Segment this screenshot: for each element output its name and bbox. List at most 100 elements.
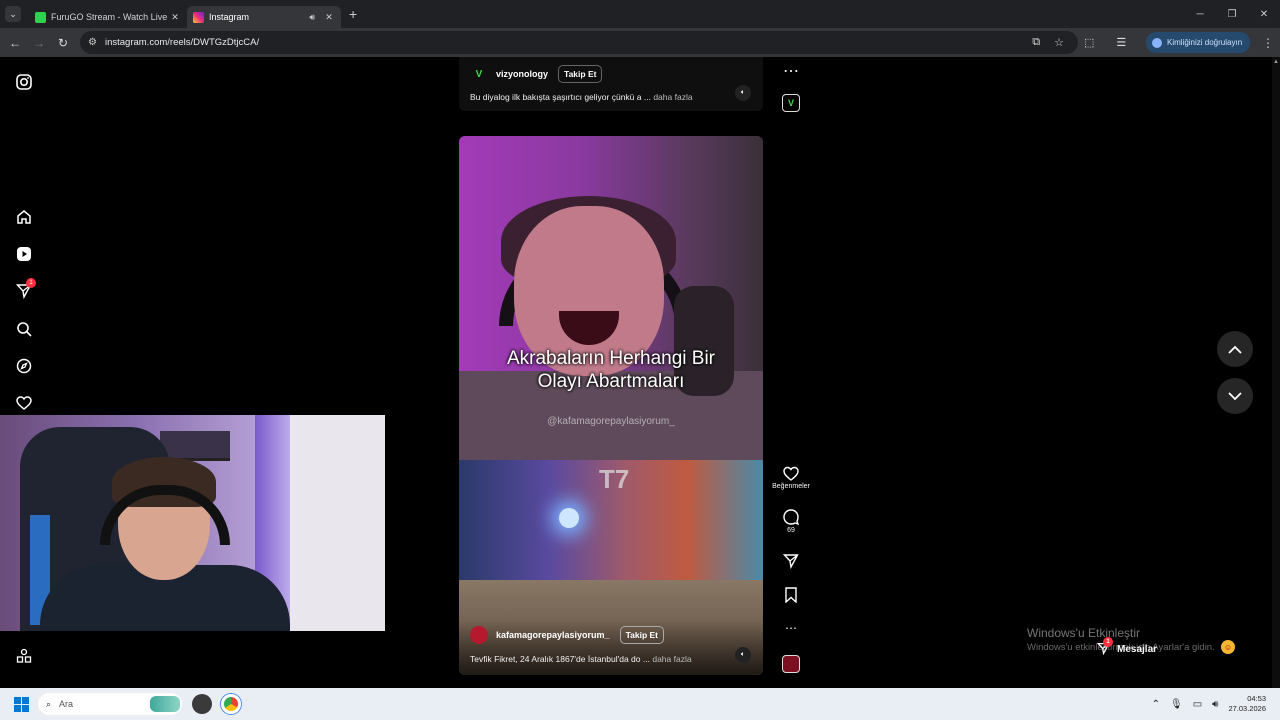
like-button[interactable]: Beğenmeler	[772, 466, 810, 490]
date: 27.03.2026	[1228, 704, 1266, 713]
messages-button[interactable]: 1 Mesajlar ☺	[1093, 637, 1241, 660]
emoji-avatar-icon: ☺	[1221, 640, 1235, 654]
username[interactable]: vizyonology	[496, 69, 548, 79]
new-tab-button[interactable]: +	[349, 6, 357, 22]
forward-button[interactable]: →	[27, 36, 51, 50]
system-tray: ⌃ 🎙︎ ▭ 🔊︎ 04:53 27.03.2026	[1152, 688, 1280, 720]
taskbar-search[interactable]: ⌕ Ara	[38, 693, 182, 715]
chevron-down-icon	[1228, 391, 1242, 400]
notifications-icon[interactable]	[14, 393, 34, 413]
watermark-handle: @kafamagorepaylasiyorum_	[547, 416, 675, 427]
furugo-favicon-icon	[35, 11, 46, 23]
restore-button[interactable]: ❐	[1216, 0, 1248, 28]
search-icon: ⌕	[46, 698, 52, 709]
window-controls: ─ ❐ ✕	[1184, 0, 1280, 28]
scroll-up-arrow-icon[interactable]: ▲	[1273, 59, 1279, 65]
search-icon[interactable]	[14, 319, 34, 339]
speaker-icon[interactable]: 🔊︎	[309, 12, 315, 23]
windows-taskbar: ⌕ Ara ⌃ 🎙︎ ▭ 🔊︎ 04:53 27.03.2026	[0, 688, 1280, 720]
next-reel-button[interactable]	[1217, 378, 1253, 414]
instagram-favicon-icon	[193, 11, 204, 23]
time: 04:53	[1247, 694, 1266, 703]
tab-title: FuruGO Stream - Watch Live o	[51, 12, 169, 22]
microphone-icon[interactable]: 🎙︎	[1170, 699, 1183, 710]
volume-icon[interactable]: 🔊︎	[1212, 699, 1218, 710]
profile-icon	[1152, 37, 1162, 48]
obs-app-icon[interactable]	[192, 694, 212, 714]
show-hidden-icons-icon[interactable]: ⌃	[1152, 699, 1160, 710]
follow-button[interactable]: Takip Et	[619, 626, 664, 644]
more-options-icon[interactable]: ⋯	[779, 61, 803, 81]
explore-icon[interactable]	[14, 356, 34, 376]
caption-text: Tevfik Fikret, 24 Aralık 1867'de İstanbu…	[470, 654, 650, 664]
overlay-line: Olayı Abartmaları	[537, 371, 685, 392]
install-app-icon[interactable]: ⧉	[1032, 36, 1040, 49]
extensions-icon[interactable]: ⬚	[1084, 36, 1094, 49]
more-link[interactable]: daha fazla	[653, 92, 692, 102]
search-highlight-image	[150, 696, 180, 712]
follow-button[interactable]: Takip Et	[558, 65, 603, 83]
back-button[interactable]: ←	[3, 36, 27, 50]
bookmark-star-icon[interactable]: ☆	[1054, 36, 1064, 49]
chevron-up-icon	[1228, 345, 1242, 354]
tab-instagram[interactable]: Instagram 🔊︎ ✕	[187, 6, 341, 28]
share-button[interactable]	[779, 553, 803, 569]
verify-label: Kimliğinizi doğrulayın	[1167, 38, 1243, 47]
page-scrollbar[interactable]: ▲	[1272, 57, 1280, 688]
notification-badge: 1	[26, 278, 36, 288]
clock[interactable]: 04:53 27.03.2026	[1228, 694, 1266, 714]
home-icon[interactable]	[14, 207, 34, 227]
reel-caption[interactable]: Tevfik Fikret, 24 Aralık 1867'de İstanbu…	[470, 654, 692, 664]
address-bar[interactable]: ⚙ instagram.com/reels/DWTGzDtjcCA/ ⧉ ☆	[80, 31, 1078, 54]
comment-button[interactable]: 69	[779, 509, 803, 534]
more-link[interactable]: daha fazla	[652, 654, 691, 664]
save-button[interactable]	[779, 587, 803, 603]
minimize-button[interactable]: ─	[1184, 0, 1216, 28]
reel-current[interactable]: Akrabaların Herhangi Bir Olayı Abartmala…	[459, 136, 763, 675]
reel-video-top: Akrabaların Herhangi Bir Olayı Abartmala…	[459, 136, 763, 461]
share-icon	[783, 554, 799, 569]
messages-icon[interactable]: 1	[14, 278, 36, 301]
network-icon[interactable]: ▭	[1193, 699, 1202, 710]
likes-label: Beğenmeler	[772, 483, 810, 490]
speaker-icon[interactable]: 🔈︎	[735, 647, 751, 663]
lamp-light	[559, 508, 579, 528]
reels-icon[interactable]	[14, 244, 34, 264]
messages-badge: 1	[1103, 637, 1113, 647]
caption-text: Bu diyalog ilk bakışta şaşırtıcı geliyor…	[470, 92, 651, 102]
reel-account: V vizyonology Takip Et	[470, 65, 603, 83]
browser-toolbar: ← → ↻ ⚙ instagram.com/reels/DWTGzDtjcCA/…	[0, 28, 1280, 57]
search-placeholder: Ara	[59, 699, 74, 709]
avatar[interactable]	[470, 626, 488, 644]
webcam-overlay	[0, 415, 385, 631]
bookmark-icon	[785, 587, 797, 603]
instagram-page: 1 V vizyonology Takip Et Bu diyalog ilk …	[0, 57, 1280, 688]
username[interactable]: kafamagorepaylasiyorum_	[496, 630, 610, 640]
reload-button[interactable]: ↻	[51, 36, 75, 50]
reading-list-icon[interactable]: ☰	[1116, 36, 1126, 49]
browser-menu-icon[interactable]: ⋮	[1262, 36, 1274, 50]
overlay-line: Akrabaların Herhangi Bir	[506, 348, 716, 369]
more-apps-icon[interactable]	[14, 646, 34, 666]
avatar[interactable]: V	[470, 65, 488, 83]
site-info-icon[interactable]: ⚙	[88, 37, 97, 48]
instagram-logo-icon[interactable]	[14, 72, 34, 92]
more-options-icon[interactable]: ⋯	[779, 621, 803, 635]
start-button[interactable]	[14, 697, 29, 712]
close-tab-icon[interactable]: ✕	[169, 12, 181, 23]
close-tab-icon[interactable]: ✕	[323, 12, 335, 23]
comments-count: 69	[787, 527, 795, 534]
audio-thumbnail[interactable]: V	[782, 94, 800, 112]
tab-search-button[interactable]: ⌄	[5, 6, 21, 22]
reel-caption[interactable]: Bu diyalog ilk bakışta şaşırtıcı geliyor…	[470, 92, 693, 102]
chrome-app-icon[interactable]	[221, 694, 241, 714]
speaker-icon[interactable]: 🔈︎	[735, 85, 751, 101]
tab-title: Instagram	[209, 12, 250, 22]
wall-panel	[290, 415, 385, 631]
reel-previous[interactable]: V vizyonology Takip Et Bu diyalog ilk ba…	[459, 57, 763, 111]
audio-thumbnail[interactable]	[782, 655, 800, 673]
close-window-button[interactable]: ✕	[1248, 0, 1280, 28]
verify-identity-button[interactable]: Kimliğinizi doğrulayın	[1146, 32, 1250, 53]
previous-reel-button[interactable]	[1217, 331, 1253, 367]
tab-furugo[interactable]: FuruGO Stream - Watch Live o ✕	[29, 6, 187, 28]
